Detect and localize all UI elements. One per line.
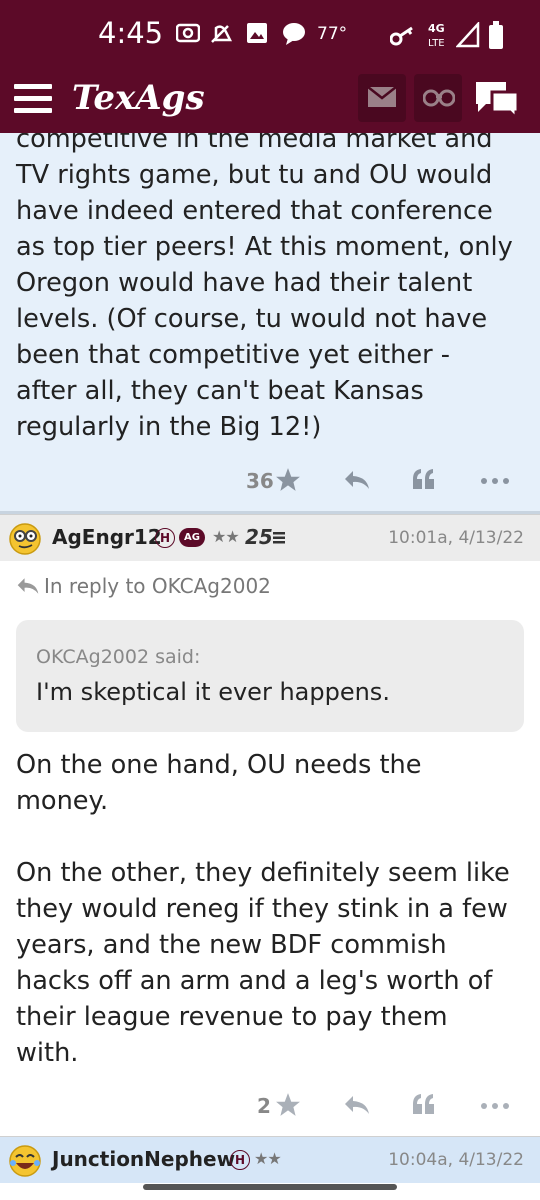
gesture-nav-bar[interactable]: [143, 1184, 397, 1190]
post-2-body: On the one hand, OU needs the money. On …: [16, 750, 510, 1068]
messages-button[interactable]: [358, 74, 406, 122]
quote-icon[interactable]: [411, 467, 437, 491]
envelope-icon: [367, 86, 397, 107]
reply-arrow-icon: [17, 578, 39, 594]
quote-text: I'm skeptical it ever happens.: [36, 678, 390, 706]
post-3-username[interactable]: JunctionNephew: [52, 1147, 235, 1171]
chat-icon[interactable]: [472, 78, 522, 120]
post-2-timestamp: 10:01a, 4/13/22: [388, 528, 524, 548]
post-2-star-count: 2: [257, 1094, 271, 1118]
post-2-username[interactable]: AgEngr12: [52, 525, 162, 549]
svg-text:LTE: LTE: [428, 38, 445, 49]
post-2-reply-to[interactable]: In reply to OKCAg2002: [44, 574, 271, 598]
avatar[interactable]: [8, 1143, 42, 1177]
status-bar: 4:45 77° 4G LTE: [0, 0, 540, 72]
status-time: 4:45: [98, 16, 164, 50]
reply-icon[interactable]: [343, 469, 371, 491]
site-logo[interactable]: TexAgs: [72, 78, 205, 118]
post-1-body: competitive in the media market and TV r…: [16, 124, 513, 442]
binoculars-icon: [423, 89, 455, 107]
reply-icon[interactable]: [343, 1094, 371, 1116]
avatar[interactable]: [8, 521, 42, 555]
more-options-icon[interactable]: [480, 1102, 510, 1110]
post-2-h-badge: H: [155, 528, 175, 548]
post-3-header: JunctionNephew H ★★ 10:04a, 4/13/22: [0, 1136, 540, 1183]
battery-icon: [489, 21, 503, 49]
menu-icon[interactable]: [14, 84, 52, 114]
star-icon[interactable]: [275, 467, 301, 493]
star-icon[interactable]: [275, 1092, 301, 1118]
signal-icon: [456, 22, 480, 48]
status-temperature: 77°: [317, 24, 348, 44]
post-2-level: 25: [245, 525, 273, 549]
watching-button[interactable]: [414, 74, 462, 122]
post-2-header: AgEngr12 H AG ★★ 25 10:01a, 4/13/22: [0, 514, 540, 561]
key-icon: [390, 26, 413, 46]
image-icon: [247, 23, 267, 43]
post-3-h-badge: H: [230, 1150, 250, 1170]
svg-text:4G: 4G: [428, 22, 445, 35]
more-options-icon[interactable]: [480, 477, 510, 485]
post-3-stars: ★★: [254, 1149, 282, 1168]
post-2-stars: ★★: [212, 527, 240, 546]
post-1-star-count: 36: [246, 469, 274, 493]
post-3-timestamp: 10:04a, 4/13/22: [388, 1150, 524, 1170]
camera-icon: [176, 23, 200, 43]
app-top-bar: 4:45 77° 4G LTE TexAgs: [0, 0, 540, 133]
level-bars-icon: [273, 532, 285, 544]
notification-off-icon: [211, 25, 233, 43]
quote-author[interactable]: OKCAg2002 said:: [36, 646, 200, 668]
quote-icon[interactable]: [411, 1092, 437, 1116]
network-4g-icon: 4G LTE: [428, 22, 445, 49]
app-header: TexAgs: [0, 72, 540, 133]
chat-bubble-icon: [283, 23, 305, 45]
post-1: competitive in the media market and TV r…: [0, 124, 540, 511]
post-2-actions: 2: [0, 1088, 540, 1128]
post-2-ag-badge: AG: [179, 528, 205, 547]
post-2-quote: OKCAg2002 said: I'm skeptical it ever ha…: [16, 620, 524, 732]
post-1-actions: 36: [0, 465, 540, 505]
